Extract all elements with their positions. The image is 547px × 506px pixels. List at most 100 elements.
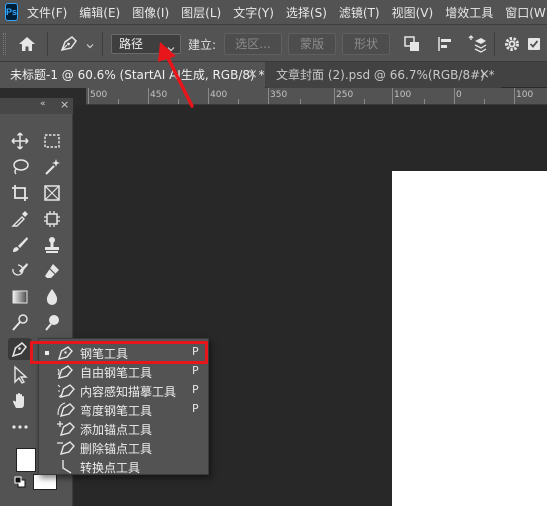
flyout-item-label: 弯度钢笔工具 bbox=[80, 404, 153, 418]
stamp-icon bbox=[45, 237, 59, 253]
ruler-tick bbox=[484, 99, 485, 104]
chip-icon bbox=[44, 211, 60, 227]
flyout-item-convert-point[interactable]: 转换点工具 bbox=[39, 457, 208, 476]
path-selection-tool[interactable] bbox=[8, 364, 32, 386]
shortcut-key: P bbox=[192, 383, 199, 396]
history-brush-tool[interactable] bbox=[8, 260, 32, 282]
ruler-label: 250 bbox=[336, 90, 354, 100]
lasso-tool[interactable] bbox=[8, 156, 32, 178]
add-anchor-icon bbox=[57, 420, 75, 437]
content-aware-tracing-icon bbox=[57, 382, 75, 399]
gradient-icon bbox=[12, 290, 28, 304]
path-arrangement-icon[interactable] bbox=[467, 34, 487, 54]
gradient-tool[interactable] bbox=[8, 286, 32, 308]
foreground-color-swatch[interactable] bbox=[16, 448, 36, 472]
dodge-tool[interactable] bbox=[8, 312, 32, 334]
clone-stamp-tool[interactable] bbox=[40, 234, 64, 256]
ruler-label: 0 bbox=[456, 90, 462, 100]
menu-edit[interactable]: 编辑(E) bbox=[79, 4, 120, 21]
arrow-cursor-icon bbox=[14, 365, 28, 384]
brush-icon bbox=[13, 237, 28, 252]
hand-tool[interactable] bbox=[8, 390, 32, 412]
flyout-item-label: 转换点工具 bbox=[80, 461, 141, 475]
close-icon[interactable]: × bbox=[60, 98, 69, 111]
home-icon[interactable] bbox=[17, 34, 37, 54]
frame-icon bbox=[44, 185, 60, 201]
pen-preset-icon[interactable] bbox=[58, 34, 80, 54]
make-selection-button[interactable]: 选区... bbox=[224, 33, 282, 55]
eyedropper-tool[interactable] bbox=[8, 208, 32, 230]
tab-untitled-1[interactable]: 未标题-1 @ 60.6% (StartAI AI生成, RGB/8) * × bbox=[0, 62, 265, 88]
dodge-icon bbox=[12, 314, 28, 331]
ruler-tick bbox=[148, 88, 149, 104]
crop-tool[interactable] bbox=[8, 182, 32, 204]
highlight-box bbox=[30, 341, 208, 364]
menu-image[interactable]: 图像(I) bbox=[132, 4, 169, 21]
flyout-item-freeform-pen[interactable]: 自由钢笔工具 P bbox=[39, 362, 208, 381]
magic-wand-tool[interactable] bbox=[40, 156, 64, 178]
menu-type[interactable]: 文字(Y) bbox=[233, 4, 274, 21]
options-grip[interactable] bbox=[3, 33, 6, 55]
chevron-down-icon[interactable] bbox=[86, 39, 94, 49]
annotation-arrow-icon bbox=[158, 42, 194, 108]
flyout-item-add-anchor[interactable]: 添加锚点工具 bbox=[39, 419, 208, 438]
ruler-label: 100 bbox=[394, 90, 412, 100]
background-color-swatch[interactable] bbox=[33, 474, 57, 490]
more-tools-button[interactable] bbox=[8, 416, 32, 438]
move-tool[interactable] bbox=[8, 130, 32, 152]
ruler-tick bbox=[238, 99, 239, 104]
auto-add-delete-checkbox[interactable] bbox=[525, 34, 545, 54]
make-mask-button[interactable]: 蒙版 bbox=[288, 33, 336, 55]
tab-article-cover[interactable]: 文章封面 (2).psd @ 66.7%(RGB/8#) * × bbox=[266, 62, 501, 88]
gear-icon[interactable] bbox=[502, 34, 522, 54]
default-colors-icon[interactable] bbox=[14, 476, 26, 488]
tools-panel-header[interactable]: « × bbox=[0, 98, 73, 114]
hand-icon bbox=[13, 393, 24, 408]
ruler-label: 400 bbox=[210, 90, 228, 100]
ruler-tick bbox=[300, 99, 301, 104]
photoshop-logo[interactable]: Ps bbox=[5, 3, 19, 21]
menu-file[interactable]: 文件(F) bbox=[27, 4, 67, 21]
menu-layer[interactable]: 图层(L) bbox=[181, 4, 221, 21]
flyout-item-curvature-pen[interactable]: 弯度钢笔工具 P bbox=[39, 400, 208, 419]
menu-window[interactable]: 窗口(W) bbox=[505, 4, 547, 21]
frame-tool[interactable] bbox=[40, 182, 64, 204]
pen-tool[interactable] bbox=[8, 338, 32, 360]
menu-plugins[interactable]: 增效工具 bbox=[445, 4, 493, 21]
document-canvas[interactable] bbox=[392, 171, 547, 506]
burn-icon bbox=[45, 315, 59, 331]
make-shape-button[interactable]: 形状 bbox=[342, 33, 390, 55]
shortcut-key: P bbox=[192, 364, 199, 377]
blur-tool[interactable] bbox=[40, 286, 64, 308]
brush-tool[interactable] bbox=[8, 234, 32, 256]
collapse-icon[interactable]: « bbox=[40, 99, 46, 109]
ruler-tick bbox=[364, 99, 365, 104]
menu-view[interactable]: 视图(V) bbox=[392, 4, 434, 21]
options-divider bbox=[102, 32, 103, 56]
tool-mode-value: 路径 bbox=[119, 37, 144, 51]
flyout-item-content-aware-tracing[interactable]: 内容感知描摹工具 P bbox=[39, 381, 208, 400]
convert-point-icon bbox=[57, 458, 75, 475]
crop-icon bbox=[12, 185, 28, 201]
path-operations-icon[interactable] bbox=[402, 34, 422, 54]
close-icon[interactable]: × bbox=[479, 62, 490, 88]
ruler-label: 100 bbox=[516, 90, 534, 100]
menu-filter[interactable]: 滤镜(T) bbox=[339, 4, 380, 21]
flyout-item-delete-anchor[interactable]: 删除锚点工具 bbox=[39, 438, 208, 457]
ruler-tick bbox=[454, 88, 455, 104]
marquee-tool[interactable] bbox=[40, 130, 64, 152]
menu-select[interactable]: 选择(S) bbox=[286, 4, 327, 21]
tab-label: 文章封面 (2).psd @ 66.7%(RGB/8#) * bbox=[276, 68, 495, 82]
magic-wand-icon bbox=[45, 159, 60, 175]
document-tabs: 未标题-1 @ 60.6% (StartAI AI生成, RGB/8) * × … bbox=[0, 62, 547, 88]
close-icon[interactable]: × bbox=[247, 62, 258, 88]
blur-icon bbox=[46, 289, 58, 305]
dodge-burn-tool[interactable] bbox=[40, 312, 64, 334]
flyout-item-label: 删除锚点工具 bbox=[80, 442, 153, 456]
options-divider bbox=[494, 32, 495, 56]
eraser-tool[interactable] bbox=[40, 260, 64, 282]
ruler-tick bbox=[392, 88, 393, 104]
path-alignment-icon[interactable] bbox=[435, 34, 455, 54]
object-selection-tool[interactable] bbox=[40, 208, 64, 230]
history-brush-icon bbox=[12, 263, 28, 276]
